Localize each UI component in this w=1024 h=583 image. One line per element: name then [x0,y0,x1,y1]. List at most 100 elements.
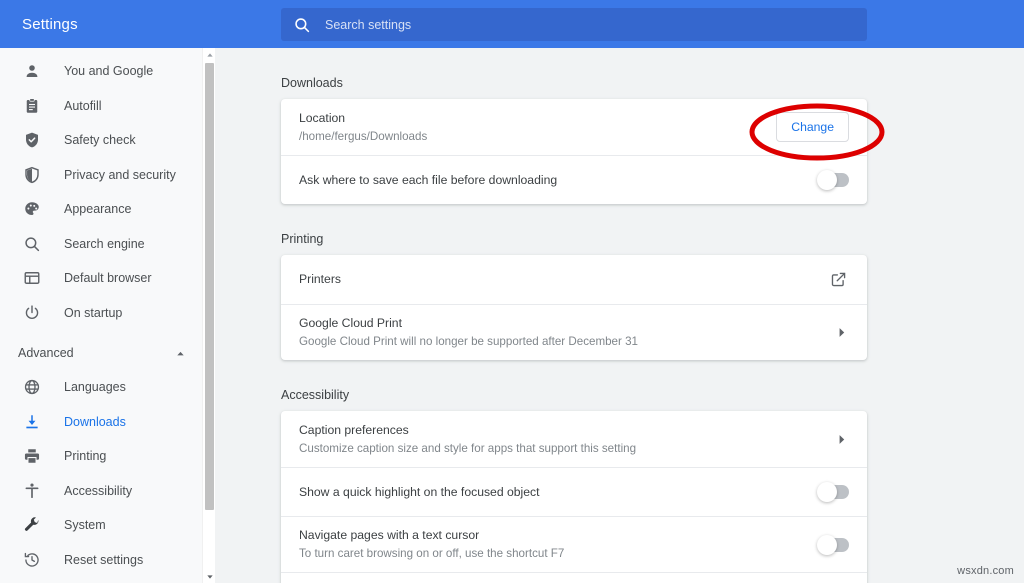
row-subtitle: Customize caption size and style for app… [299,441,637,455]
search-icon [293,16,311,34]
row-subtitle: To turn caret browsing on or off, use th… [299,547,565,560]
toggle-knob [817,482,837,502]
row-title: Caption preferences [299,422,409,437]
search-settings-box[interactable]: Search settings [281,8,867,41]
row-texts: Navigate pages with a text cursor To tur… [299,520,818,569]
section-downloads: Downloads Location /home/fergus/Download… [215,76,1024,204]
history-icon [22,550,42,570]
row-texts: Printers [299,264,827,295]
chevron-up-icon [174,347,186,359]
section-title: Printing [281,232,324,246]
sidebar-item-on-startup[interactable]: On startup [0,296,214,331]
quick-highlight-toggle[interactable] [817,482,849,502]
sidebar-item-label: You and Google [64,64,154,79]
toggle-knob [817,534,837,555]
sidebar-item-safety-check[interactable]: Safety check [0,123,214,158]
scrollbar-thumb[interactable] [205,63,214,510]
row-title: Navigate pages with a text cursor [299,528,480,542]
person-icon [22,61,42,81]
watermark: wsxdn.com [957,565,1014,577]
downloads-card: Location /home/fergus/Downloads Change A… [281,99,867,204]
sidebar-item-system[interactable]: System [0,508,214,543]
wrench-icon [22,515,42,535]
row-title: Location [299,110,346,125]
sidebar-item-label: System [64,518,106,533]
sidebar-item-label: Accessibility [64,483,133,498]
sidebar-item-label: Printing [64,449,107,464]
section-accessibility: Accessibility Caption preferences Custom… [215,388,1024,583]
settings-content-panel: Downloads Location /home/fergus/Download… [215,48,1024,583]
sidebar-item-label: Languages [64,380,126,395]
printing-card: Printers Google Cloud Print Google Cloud… [281,255,867,360]
sidebar-item-downloads[interactable]: Downloads [0,405,214,440]
section-printing: Printing Printers Google Cloud Print Goo… [215,232,1024,360]
clipboard-icon [22,96,42,116]
caret-browsing-toggle[interactable] [817,534,849,555]
row-texts: Google Cloud Print Google Cloud Print wi… [299,308,833,357]
row-subtitle: /home/fergus/Downloads [299,129,428,143]
row-texts: Location /home/fergus/Downloads [299,103,776,152]
row-title: Printers [299,272,341,286]
sidebar-advanced-toggle[interactable]: Advanced [0,336,214,370]
printer-icon [22,446,42,466]
browser-icon [22,268,42,288]
sidebar-item-autofill[interactable]: Autofill [0,89,214,124]
sidebar-item-label: Search engine [64,236,145,251]
accessibility-icon [22,481,42,501]
download-icon [22,412,42,432]
sidebar-item-printing[interactable]: Printing [0,439,214,474]
row-download-location[interactable]: Location /home/fergus/Downloads Change [281,99,867,155]
sidebar-item-reset-settings[interactable]: Reset settings [0,543,214,578]
row-title: Show a quick highlight on the focused ob… [299,484,540,499]
palette-icon [22,199,42,219]
row-google-cloud-print[interactable]: Google Cloud Print Google Cloud Print wi… [281,304,867,360]
accessibility-card: Caption preferences Customize caption si… [281,411,867,583]
search-input-placeholder[interactable]: Search settings [325,18,411,32]
sidebar-item-label: Privacy and security [64,167,176,182]
sidebar-item-accessibility[interactable]: Accessibility [0,474,214,509]
chevron-right-icon[interactable] [833,325,849,341]
row-caret-browsing[interactable]: Navigate pages with a text cursor To tur… [281,516,867,572]
sidebar-item-appearance[interactable]: Appearance [0,192,214,227]
section-title: Downloads [281,76,343,90]
sidebar-item-privacy-and-security[interactable]: Privacy and security [0,158,214,193]
row-texts: Show a quick highlight on the focused ob… [299,477,818,508]
sidebar-advanced-label: Advanced [18,346,74,360]
row-printers[interactable]: Printers [281,255,867,304]
sidebar-item-search-engine[interactable]: Search engine [0,227,214,262]
sidebar-item-label: Autofill [64,98,102,113]
row-quick-highlight[interactable]: Show a quick highlight on the focused ob… [281,467,867,516]
row-caption-preferences[interactable]: Caption preferences Customize caption si… [281,411,867,467]
sidebar-item-languages[interactable]: Languages [0,370,214,405]
row-title: Ask where to save each file before downl… [299,172,558,187]
globe-icon [22,377,42,397]
sidebar-item-default-browser[interactable]: Default browser [0,261,214,296]
sidebar-nav: You and Google Autofill Safety check Pri… [0,48,214,583]
row-subtitle: Google Cloud Print will no longer be sup… [299,335,638,348]
shield-icon [22,165,42,185]
search-icon [22,234,42,254]
sidebar-item-label: Downloads [64,414,126,429]
row-ask-where-to-save[interactable]: Ask where to save each file before downl… [281,155,867,204]
toggle-knob [817,170,837,190]
power-icon [22,303,42,323]
row-texts: Caption preferences Customize caption si… [299,415,833,464]
row-texts: Ask where to save each file before downl… [299,165,818,196]
shield-check-icon [22,130,42,150]
external-link-icon[interactable] [827,269,849,291]
sidebar-item-label: Safety check [64,133,136,148]
sidebar-item-label: Reset settings [64,552,144,567]
change-download-location-button[interactable]: Change [776,112,849,142]
sidebar-scrollbar[interactable] [202,48,215,583]
row-title: Google Cloud Print [299,316,402,330]
chevron-right-icon[interactable] [833,431,849,447]
sidebar-item-you-and-google[interactable]: You and Google [0,54,214,89]
page-title: Settings [22,15,78,33]
top-header-bar: Settings Search settings [0,0,1024,48]
section-title: Accessibility [281,388,350,402]
row-clipped-next[interactable] [281,572,867,583]
sidebar-item-label: Appearance [64,202,132,217]
sidebar-item-label: Default browser [64,271,152,286]
sidebar-item-label: On startup [64,305,123,320]
ask-where-to-save-toggle[interactable] [817,170,849,190]
